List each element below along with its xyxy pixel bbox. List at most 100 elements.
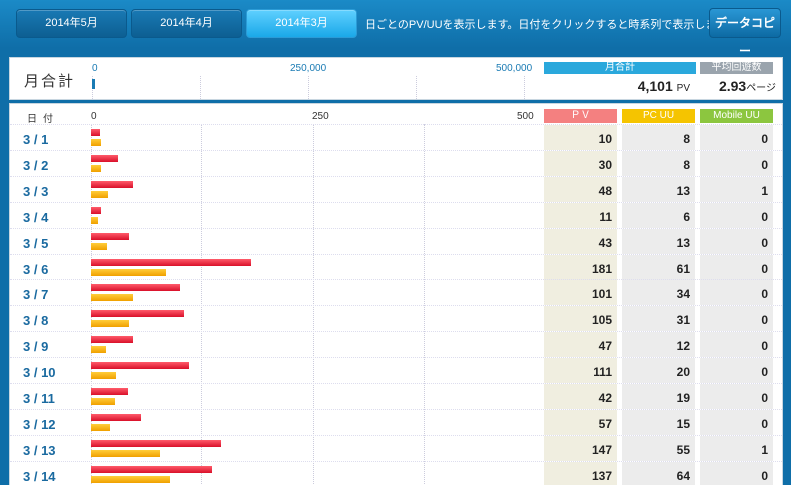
uu-bar bbox=[91, 268, 167, 276]
data-copy-button[interactable]: データコピー bbox=[709, 8, 781, 58]
summary-grid-line bbox=[308, 76, 309, 99]
date-link[interactable]: 3 / 12 bbox=[23, 417, 56, 432]
monthly-total-number: 4,101 bbox=[637, 78, 673, 94]
pv-cell: 48 bbox=[544, 176, 617, 202]
pv-bar bbox=[91, 336, 133, 344]
date-link[interactable]: 3 / 8 bbox=[23, 313, 48, 328]
date-column-header: 日付 bbox=[27, 114, 59, 125]
monthly-total-unit: PV bbox=[676, 83, 690, 94]
pv-bar bbox=[91, 388, 129, 395]
pv-cell: 43 bbox=[544, 228, 617, 254]
table-row: 3 / 8 105 31 0 bbox=[10, 305, 782, 332]
table-row: 3 / 13 147 55 1 bbox=[10, 434, 782, 462]
pv-bar bbox=[91, 465, 213, 473]
date-link[interactable]: 3 / 5 bbox=[23, 236, 48, 251]
monthly-total-value: 4,101 PV bbox=[544, 78, 690, 94]
date-link[interactable]: 3 / 14 bbox=[23, 469, 56, 484]
pc-uu-column-header: PC UU bbox=[622, 109, 695, 123]
hint-text: 日ごとのPV/UUを表示します。日付をクリックすると時系列で表示します。 bbox=[365, 19, 738, 31]
pc-uu-cell: 61 bbox=[622, 254, 695, 280]
mobile-uu-cell: 0 bbox=[700, 150, 773, 176]
date-link[interactable]: 3 / 1 bbox=[23, 132, 48, 147]
uu-bar bbox=[91, 372, 116, 380]
tab-2014-04[interactable]: 2014年4月 bbox=[131, 9, 242, 38]
average-pages-unit: ページ bbox=[746, 83, 776, 94]
uu-bar bbox=[91, 346, 106, 354]
table-row: 3 / 2 30 8 0 bbox=[10, 149, 782, 177]
summary-axis: 0 250,000 500,000 bbox=[92, 58, 542, 99]
mobile-uu-cell: 1 bbox=[700, 435, 773, 461]
pv-bar bbox=[91, 180, 134, 188]
table-row: 3 / 3 48 13 1 bbox=[10, 175, 782, 203]
uu-bar bbox=[91, 449, 161, 457]
uu-bar bbox=[91, 320, 130, 328]
mobile-uu-cell: 0 bbox=[700, 358, 773, 384]
mobile-uu-cell: 0 bbox=[700, 125, 773, 150]
date-link[interactable]: 3 / 9 bbox=[23, 339, 48, 354]
daily-table: 日付 0 250 500 ＰＶ PC UU Mobile UU 3 / 1 10 8… bbox=[9, 103, 783, 485]
mobile-uu-cell: 0 bbox=[700, 332, 773, 358]
pc-uu-cell: 64 bbox=[622, 461, 695, 485]
pc-uu-cell: 13 bbox=[622, 176, 695, 202]
uu-bar bbox=[91, 294, 134, 302]
pv-bar bbox=[91, 154, 118, 162]
tab-2014-03[interactable]: 2014年3月 bbox=[246, 9, 357, 38]
summary-grid-line bbox=[524, 76, 525, 99]
pc-uu-cell: 12 bbox=[622, 332, 695, 358]
average-pages-value: 2.93ページ bbox=[700, 78, 776, 94]
pv-cell: 11 bbox=[544, 202, 617, 228]
pv-bar bbox=[91, 206, 101, 214]
summary-total-bar bbox=[92, 79, 95, 89]
uu-bar bbox=[91, 398, 115, 405]
pv-cell: 181 bbox=[544, 254, 617, 280]
pc-uu-cell: 8 bbox=[622, 125, 695, 150]
table-row: 3 / 14 137 64 0 bbox=[10, 460, 782, 485]
table-row: 3 / 12 57 15 0 bbox=[10, 408, 782, 436]
uu-bar bbox=[91, 216, 99, 224]
pv-bar bbox=[91, 413, 142, 421]
date-link[interactable]: 3 / 7 bbox=[23, 287, 48, 302]
table-row: 3 / 1 10 8 0 bbox=[10, 124, 782, 151]
axis-tick-250: 250 bbox=[312, 111, 329, 122]
axis-tick-0: 0 bbox=[91, 111, 97, 122]
mobile-uu-column-header: Mobile UU bbox=[700, 109, 773, 123]
pv-cell: 111 bbox=[544, 358, 617, 384]
mobile-uu-cell: 0 bbox=[700, 384, 773, 409]
pc-uu-cell: 8 bbox=[622, 150, 695, 176]
uu-bar bbox=[91, 190, 109, 198]
pv-cell: 10 bbox=[544, 125, 617, 150]
pv-bar bbox=[91, 284, 181, 292]
pv-bar bbox=[91, 232, 129, 240]
mobile-uu-cell: 0 bbox=[700, 202, 773, 228]
date-link[interactable]: 3 / 4 bbox=[23, 210, 48, 225]
pv-bar bbox=[91, 362, 190, 370]
mobile-uu-cell: 0 bbox=[700, 254, 773, 280]
pv-cell: 101 bbox=[544, 280, 617, 306]
table-row: 3 / 4 11 6 0 bbox=[10, 201, 782, 229]
table-row: 3 / 6 181 61 0 bbox=[10, 253, 782, 281]
date-link[interactable]: 3 / 6 bbox=[23, 262, 48, 277]
pv-cell: 57 bbox=[544, 409, 617, 435]
pc-uu-cell: 20 bbox=[622, 358, 695, 384]
pc-uu-cell: 19 bbox=[622, 384, 695, 409]
tab-2014-05[interactable]: 2014年5月 bbox=[16, 9, 127, 38]
pv-cell: 30 bbox=[544, 150, 617, 176]
mobile-uu-cell: 0 bbox=[700, 306, 773, 332]
date-link[interactable]: 3 / 3 bbox=[23, 184, 48, 199]
axis-tick-500: 500 bbox=[517, 111, 534, 122]
average-pages-header: 平均回遊数 bbox=[700, 62, 773, 74]
summary-grid-line bbox=[200, 76, 201, 99]
date-link[interactable]: 3 / 13 bbox=[23, 443, 56, 458]
pv-cell: 47 bbox=[544, 332, 617, 358]
date-link[interactable]: 3 / 10 bbox=[23, 365, 56, 380]
mobile-uu-cell: 0 bbox=[700, 409, 773, 435]
date-link[interactable]: 3 / 11 bbox=[23, 391, 55, 406]
uu-bar bbox=[91, 242, 108, 250]
summary-tick-500000: 500,000 bbox=[496, 63, 533, 74]
monthly-summary-panel: 月合計 0 250,000 500,000 月合計 4,101 PV 平均回遊数… bbox=[9, 57, 783, 100]
date-link[interactable]: 3 / 2 bbox=[23, 158, 48, 173]
pv-cell: 42 bbox=[544, 384, 617, 409]
pv-bar bbox=[91, 439, 221, 447]
summary-tick-250000: 250,000 bbox=[290, 63, 327, 74]
pv-bar bbox=[91, 258, 251, 266]
